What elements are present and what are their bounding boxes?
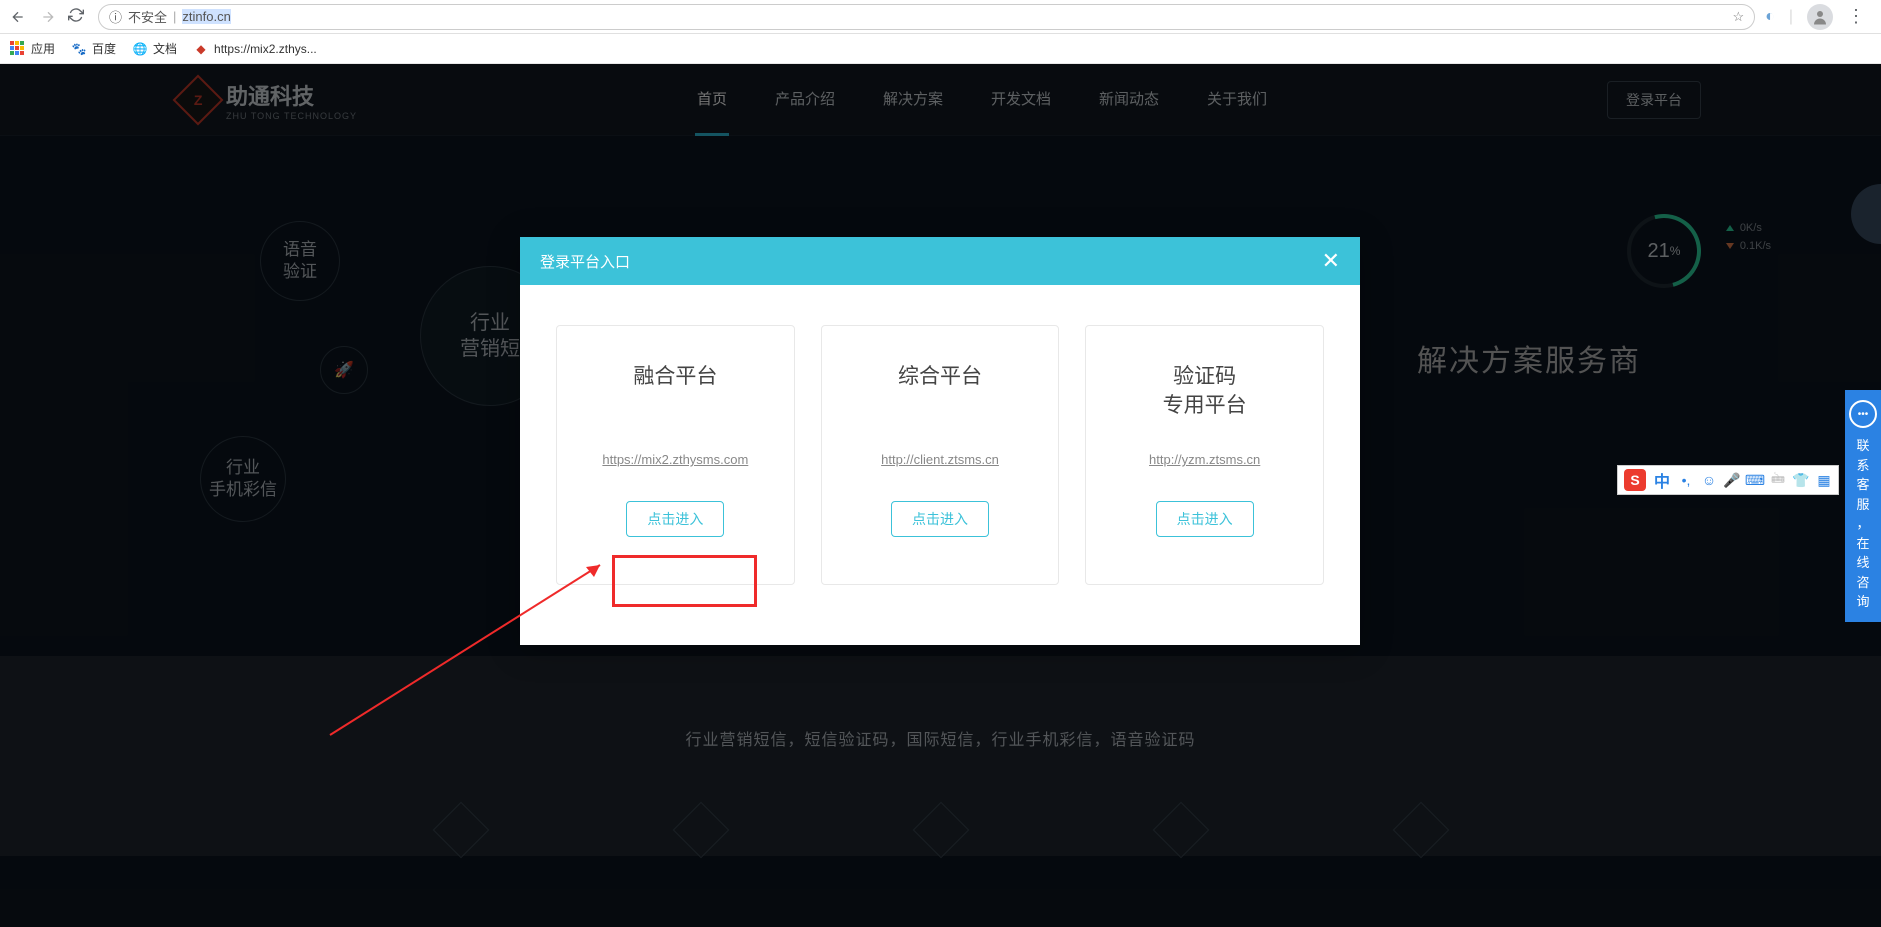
- login-platform-modal: 登录平台入口 ✕ 融合平台 https://mix2.zthysms.com 点…: [520, 237, 1360, 645]
- menu-icon[interactable]: ⋮: [1847, 6, 1865, 27]
- card-url-link[interactable]: http://client.ztsms.cn: [881, 452, 999, 467]
- profile-avatar[interactable]: [1807, 4, 1833, 30]
- ime-shirt-icon[interactable]: 👕: [1793, 468, 1809, 492]
- card-url-link[interactable]: http://yzm.ztsms.cn: [1149, 452, 1260, 467]
- mix2-bookmark[interactable]: ◆https://mix2.zthys...: [193, 41, 317, 57]
- url-text: ztinfo.cn: [182, 9, 230, 24]
- baidu-bookmark[interactable]: 🐾百度: [71, 40, 116, 57]
- info-icon: ⓘ: [109, 7, 122, 26]
- chat-widget[interactable]: ••• 联系客服，在线咨询: [1845, 390, 1881, 622]
- card-title: 综合平台: [898, 362, 982, 424]
- enter-button-verification[interactable]: 点击进入: [1156, 501, 1254, 537]
- card-url-link[interactable]: https://mix2.zthysms.com: [602, 452, 748, 467]
- bookmarks-bar: 应用 🐾百度 🌐文档 ◆https://mix2.zthys...: [0, 34, 1881, 64]
- ime-tool-icon[interactable]: 🖮: [1770, 468, 1786, 492]
- extension-icon[interactable]: ◐: [1765, 8, 1775, 26]
- modal-close-button[interactable]: ✕: [1322, 248, 1340, 274]
- ime-emoji-icon[interactable]: ☺: [1701, 468, 1717, 492]
- ime-grid-icon[interactable]: ▦: [1816, 468, 1832, 492]
- enter-button-comprehensive[interactable]: 点击进入: [891, 501, 989, 537]
- platform-card-verification: 验证码 专用平台 http://yzm.ztsms.cn 点击进入: [1085, 325, 1324, 585]
- apps-bookmark[interactable]: 应用: [10, 40, 55, 57]
- globe-icon: 🌐: [132, 41, 148, 57]
- address-bar[interactable]: ⓘ 不安全 | ztinfo.cn ☆: [98, 4, 1755, 30]
- ime-mic-icon[interactable]: 🎤: [1724, 468, 1740, 492]
- forward-button[interactable]: [38, 7, 58, 27]
- reload-button[interactable]: [68, 7, 88, 27]
- card-title: 验证码 专用平台: [1163, 362, 1247, 424]
- card-title: 融合平台: [633, 362, 717, 424]
- insecure-label: 不安全: [128, 7, 167, 26]
- baidu-icon: 🐾: [71, 41, 87, 57]
- browser-toolbar: ⓘ 不安全 | ztinfo.cn ☆ ◐ | ⋮: [0, 0, 1881, 34]
- apps-grid-icon: [10, 41, 26, 57]
- ime-lang[interactable]: 中: [1654, 468, 1670, 492]
- site-icon: ◆: [193, 41, 209, 57]
- modal-title: 登录平台入口: [540, 251, 630, 272]
- enter-button-fusion[interactable]: 点击进入: [626, 501, 724, 537]
- chat-label: 联系客服，在线咨询: [1845, 436, 1881, 612]
- ime-toolbar[interactable]: S 中 •, ☺ 🎤 ⌨ 🖮 👕 ▦: [1617, 465, 1839, 495]
- modal-header: 登录平台入口 ✕: [520, 237, 1360, 285]
- chat-icon: •••: [1849, 400, 1877, 428]
- ime-keyboard-icon[interactable]: ⌨: [1747, 468, 1763, 492]
- platform-card-comprehensive: 综合平台 http://client.ztsms.cn 点击进入: [821, 325, 1060, 585]
- platform-card-fusion: 融合平台 https://mix2.zthysms.com 点击进入: [556, 325, 795, 585]
- bookmark-star-icon[interactable]: ☆: [1733, 9, 1745, 25]
- ime-punct-icon[interactable]: •,: [1678, 468, 1694, 492]
- sogou-logo-icon: S: [1624, 469, 1646, 491]
- back-button[interactable]: [8, 7, 28, 27]
- docs-bookmark[interactable]: 🌐文档: [132, 40, 177, 57]
